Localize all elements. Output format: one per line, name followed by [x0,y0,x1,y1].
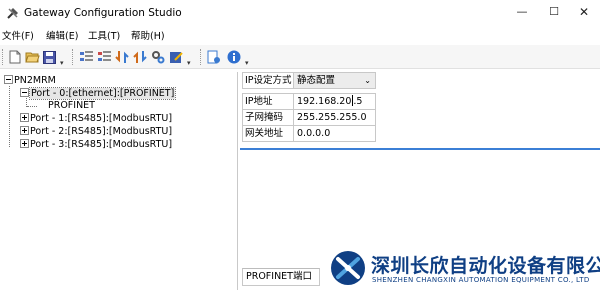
tree-root[interactable]: PN2MRM [4,75,56,87]
minimize-button[interactable]: — [512,3,532,21]
maximize-button[interactable]: ☐ [544,3,564,21]
tree-item-profinet[interactable]: PROFINET [48,100,95,112]
watermark-company-en: SHENZHEN CHANGXIN AUTOMATION EQUIPMENT C… [372,276,590,284]
expand-icon[interactable] [20,113,29,122]
add-config-icon[interactable] [78,49,94,65]
title-bar: Gateway Configuration Studio — ☐ ✕ [0,0,600,26]
watermark-company-cn: 深圳长欣自动化设备有限公司 [371,255,600,277]
menu-edit[interactable]: 编辑(E) [46,28,78,42]
ip-field[interactable]: 192.168.20.5 [294,94,375,109]
menu-file[interactable]: 文件(F) [2,28,34,42]
toolbar-dropdown-2[interactable]: ▾ [187,59,191,67]
settings-icon[interactable] [150,49,166,65]
collapse-icon[interactable] [4,75,13,84]
open-folder-icon[interactable] [24,49,40,65]
save-icon[interactable] [41,49,57,65]
ip-value-part-1: 192.168.20 [297,96,352,107]
panel-divider [240,148,600,150]
ip-label: IP地址 [243,94,294,109]
ip-mode-select[interactable]: 静态配置 ⌄ [294,73,375,88]
gateway-field[interactable]: 0.0.0.0 [294,126,375,141]
tree-item-port-0[interactable]: Port - 0:[ethernet]:[PROFINET] [20,87,177,100]
collapse-icon[interactable] [20,88,29,97]
tree-item-label: Port - 1:[RS485]:[ModbusRTU] [30,113,173,124]
ip-value-part-2: .5 [353,96,363,107]
property-grid: IP设定方式 静态配置 ⌄ IP地址 192.168.20.5 子网掩码 255.… [242,72,600,148]
download-icon[interactable] [114,49,130,65]
close-button[interactable]: ✕ [574,3,594,21]
toolbar: ▾ ▾ ▾ [0,45,600,69]
ip-mode-row: IP设定方式 静态配置 ⌄ [242,72,376,89]
toolbar-grip-2[interactable] [72,49,75,65]
ip-mode-value: 静态配置 [297,75,336,86]
tree-item-label: PROFINET [48,100,95,111]
tree-root-label: PN2MRM [14,75,56,86]
toolbar-grip-3[interactable] [200,49,203,65]
ip-mode-label: IP设定方式 [243,73,294,88]
company-logo [331,251,365,285]
subnet-field[interactable]: 255.255.255.0 [294,110,375,125]
tree-item-label: Port - 0:[ethernet]:[PROFINET] [28,87,177,100]
toolbar-grip[interactable] [2,49,5,65]
expand-icon[interactable] [20,126,29,135]
gateway-row: 网关地址 0.0.0.0 [242,125,376,142]
window-title: Gateway Configuration Studio [24,7,182,19]
gateway-label: 网关地址 [243,126,294,141]
tree-connector [9,86,10,147]
menu-bar: 文件(F) 编辑(E) 工具(T) 帮助(H) [0,27,600,43]
ip-row: IP地址 192.168.20.5 [242,93,376,110]
new-file-icon[interactable] [7,49,23,65]
tree-item-port-3[interactable]: Port - 3:[RS485]:[ModbusRTU] [20,139,172,151]
subnet-row: 子网掩码 255.255.255.0 [242,109,376,126]
tree-item-port-1[interactable]: Port - 1:[RS485]:[ModbusRTU] [20,113,172,125]
config-doc-icon[interactable] [206,49,222,65]
tree-item-port-2[interactable]: Port - 2:[RS485]:[ModbusRTU] [20,126,172,138]
tools-icon [7,8,18,19]
subnet-label: 子网掩码 [243,110,294,125]
device-tree: PN2MRM Port - 0:[ethernet]:[PROFINET] PR… [0,72,238,290]
remove-config-icon[interactable] [96,49,112,65]
menu-tools[interactable]: 工具(T) [88,28,120,42]
write-icon[interactable] [168,49,184,65]
tree-connector [27,106,37,107]
tree-item-label: Port - 3:[RS485]:[ModbusRTU] [30,139,173,150]
tab-profinet-port[interactable]: PROFINET端口 [242,268,320,286]
info-icon[interactable] [226,49,242,65]
chevron-down-icon: ⌄ [364,76,371,85]
toolbar-dropdown-3[interactable]: ▾ [245,59,249,67]
expand-icon[interactable] [20,139,29,148]
toolbar-dropdown-1[interactable]: ▾ [60,59,64,67]
menu-help[interactable]: 帮助(H) [131,28,165,42]
upload-icon[interactable] [132,49,148,65]
tree-item-label: Port - 2:[RS485]:[ModbusRTU] [30,126,173,137]
